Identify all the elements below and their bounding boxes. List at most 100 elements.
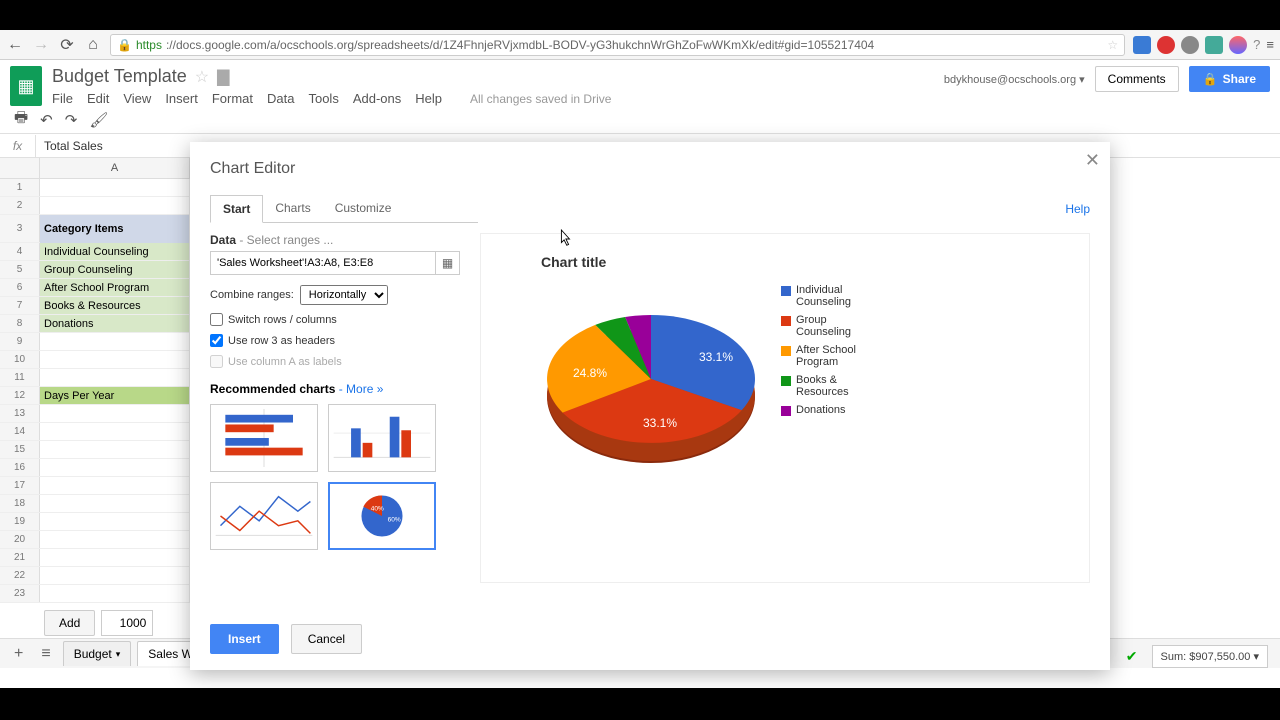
cell[interactable]: After School Program xyxy=(40,279,190,296)
cell[interactable] xyxy=(40,495,190,512)
menu-view[interactable]: View xyxy=(123,91,151,106)
rec-line[interactable] xyxy=(210,482,318,550)
row-header[interactable]: 7 xyxy=(0,297,40,314)
cell[interactable]: Days Per Year xyxy=(40,387,190,404)
cell[interactable] xyxy=(40,351,190,368)
menu-help[interactable]: Help xyxy=(415,91,442,106)
column-header[interactable]: A xyxy=(40,158,190,178)
menu-tools[interactable]: Tools xyxy=(308,91,338,106)
cell[interactable] xyxy=(40,531,190,548)
undo-icon[interactable]: ↶ xyxy=(40,111,53,129)
star-icon[interactable]: ☆ xyxy=(195,67,209,87)
row-header[interactable]: 18 xyxy=(0,495,40,512)
menu-add-ons[interactable]: Add-ons xyxy=(353,91,401,106)
sheets-logo-icon[interactable]: ▦ xyxy=(10,66,42,106)
row-header[interactable]: 12 xyxy=(0,387,40,404)
row-header[interactable]: 20 xyxy=(0,531,40,548)
help-icon[interactable]: ? xyxy=(1253,37,1260,52)
comments-button[interactable]: Comments xyxy=(1095,66,1179,92)
row-header[interactable]: 11 xyxy=(0,369,40,386)
row-header[interactable]: 5 xyxy=(0,261,40,278)
row-header[interactable]: 21 xyxy=(0,549,40,566)
url-bar[interactable]: 🔒 https://docs.google.com/a/ocschools.or… xyxy=(110,34,1125,56)
row-header[interactable]: 16 xyxy=(0,459,40,476)
ext-icon[interactable] xyxy=(1181,36,1199,54)
cell[interactable] xyxy=(40,197,190,214)
cell[interactable] xyxy=(40,423,190,440)
row-header[interactable]: 22 xyxy=(0,567,40,584)
doc-title[interactable]: Budget Template xyxy=(52,66,187,87)
cell[interactable] xyxy=(40,441,190,458)
row-header[interactable]: 9 xyxy=(0,333,40,350)
forward-icon[interactable]: → xyxy=(32,36,50,54)
menu-format[interactable]: Format xyxy=(212,91,253,106)
insert-button[interactable]: Insert xyxy=(210,624,279,654)
sum-display[interactable]: Sum: $907,550.00 ▾ xyxy=(1152,645,1268,668)
cell[interactable] xyxy=(40,477,190,494)
select-all-corner[interactable] xyxy=(0,158,40,178)
cell[interactable]: Group Counseling xyxy=(40,261,190,278)
row-header[interactable]: 23 xyxy=(0,585,40,602)
folder-icon[interactable]: ▇ xyxy=(217,67,229,87)
cell[interactable] xyxy=(40,405,190,422)
rec-bar-vertical[interactable] xyxy=(328,404,436,472)
row-header[interactable]: 2 xyxy=(0,197,40,214)
row-header[interactable]: 10 xyxy=(0,351,40,368)
menu-icon[interactable]: ≡ xyxy=(1266,37,1274,52)
cell[interactable] xyxy=(40,369,190,386)
tab-start[interactable]: Start xyxy=(210,195,263,223)
cell[interactable]: Donations xyxy=(40,315,190,332)
row-header[interactable]: 19 xyxy=(0,513,40,530)
use-row-headers-checkbox[interactable]: Use row 3 as headers xyxy=(210,334,460,347)
cell[interactable] xyxy=(40,179,190,196)
add-rows-input[interactable] xyxy=(101,610,153,636)
cancel-button[interactable]: Cancel xyxy=(291,624,362,654)
tab-customize[interactable]: Customize xyxy=(323,195,404,223)
combine-select[interactable]: Horizontally xyxy=(300,285,388,305)
range-field[interactable] xyxy=(211,252,435,274)
close-icon[interactable]: ✕ xyxy=(1085,150,1100,171)
user-email[interactable]: bdykhouse@ocschools.org ▾ xyxy=(944,73,1085,86)
row-header[interactable]: 3 xyxy=(0,215,40,242)
grid-select-icon[interactable]: ▦ xyxy=(435,252,459,274)
rec-bar-horizontal[interactable] xyxy=(210,404,318,472)
switch-rows-checkbox[interactable]: Switch rows / columns xyxy=(210,313,460,326)
row-header[interactable]: 8 xyxy=(0,315,40,332)
row-header[interactable]: 14 xyxy=(0,423,40,440)
star-icon[interactable]: ☆ xyxy=(1107,38,1118,52)
tab-charts[interactable]: Charts xyxy=(263,195,322,223)
ext-icon[interactable] xyxy=(1133,36,1151,54)
cell[interactable]: Category Items xyxy=(40,215,190,243)
cell[interactable] xyxy=(40,513,190,530)
reload-icon[interactable]: ⟳ xyxy=(58,36,76,54)
ext-icon[interactable] xyxy=(1229,36,1247,54)
share-button[interactable]: 🔒Share xyxy=(1189,66,1270,92)
help-link[interactable]: Help xyxy=(1065,202,1090,216)
all-sheets-icon[interactable]: ≡ xyxy=(35,641,56,667)
row-header[interactable]: 1 xyxy=(0,179,40,196)
cell[interactable] xyxy=(40,333,190,350)
row-header[interactable]: 4 xyxy=(0,243,40,260)
ext-icon[interactable] xyxy=(1157,36,1175,54)
formula-value[interactable]: Total Sales xyxy=(36,139,111,153)
use-col-labels-checkbox[interactable]: Use column A as labels xyxy=(210,355,460,368)
row-header[interactable]: 6 xyxy=(0,279,40,296)
ext-icon[interactable] xyxy=(1205,36,1223,54)
cell[interactable]: Books & Resources xyxy=(40,297,190,314)
row-header[interactable]: 15 xyxy=(0,441,40,458)
redo-icon[interactable]: ↷ xyxy=(65,111,78,129)
paint-format-icon[interactable]: 🖌 xyxy=(89,111,108,129)
cell[interactable]: Individual Counseling xyxy=(40,243,190,260)
menu-insert[interactable]: Insert xyxy=(165,91,198,106)
cell[interactable] xyxy=(40,459,190,476)
sheet-tab-budget[interactable]: Budget▾ xyxy=(63,641,132,666)
menu-file[interactable]: File xyxy=(52,91,73,106)
range-input[interactable]: ▦ xyxy=(210,251,460,275)
add-sheet-icon[interactable]: + xyxy=(8,641,29,667)
home-icon[interactable]: ⌂ xyxy=(84,36,102,54)
row-header[interactable]: 17 xyxy=(0,477,40,494)
add-rows-button[interactable]: Add xyxy=(44,610,95,636)
print-icon[interactable]: 🖶 xyxy=(14,107,28,132)
cell[interactable] xyxy=(40,567,190,584)
back-icon[interactable]: ← xyxy=(6,36,24,54)
